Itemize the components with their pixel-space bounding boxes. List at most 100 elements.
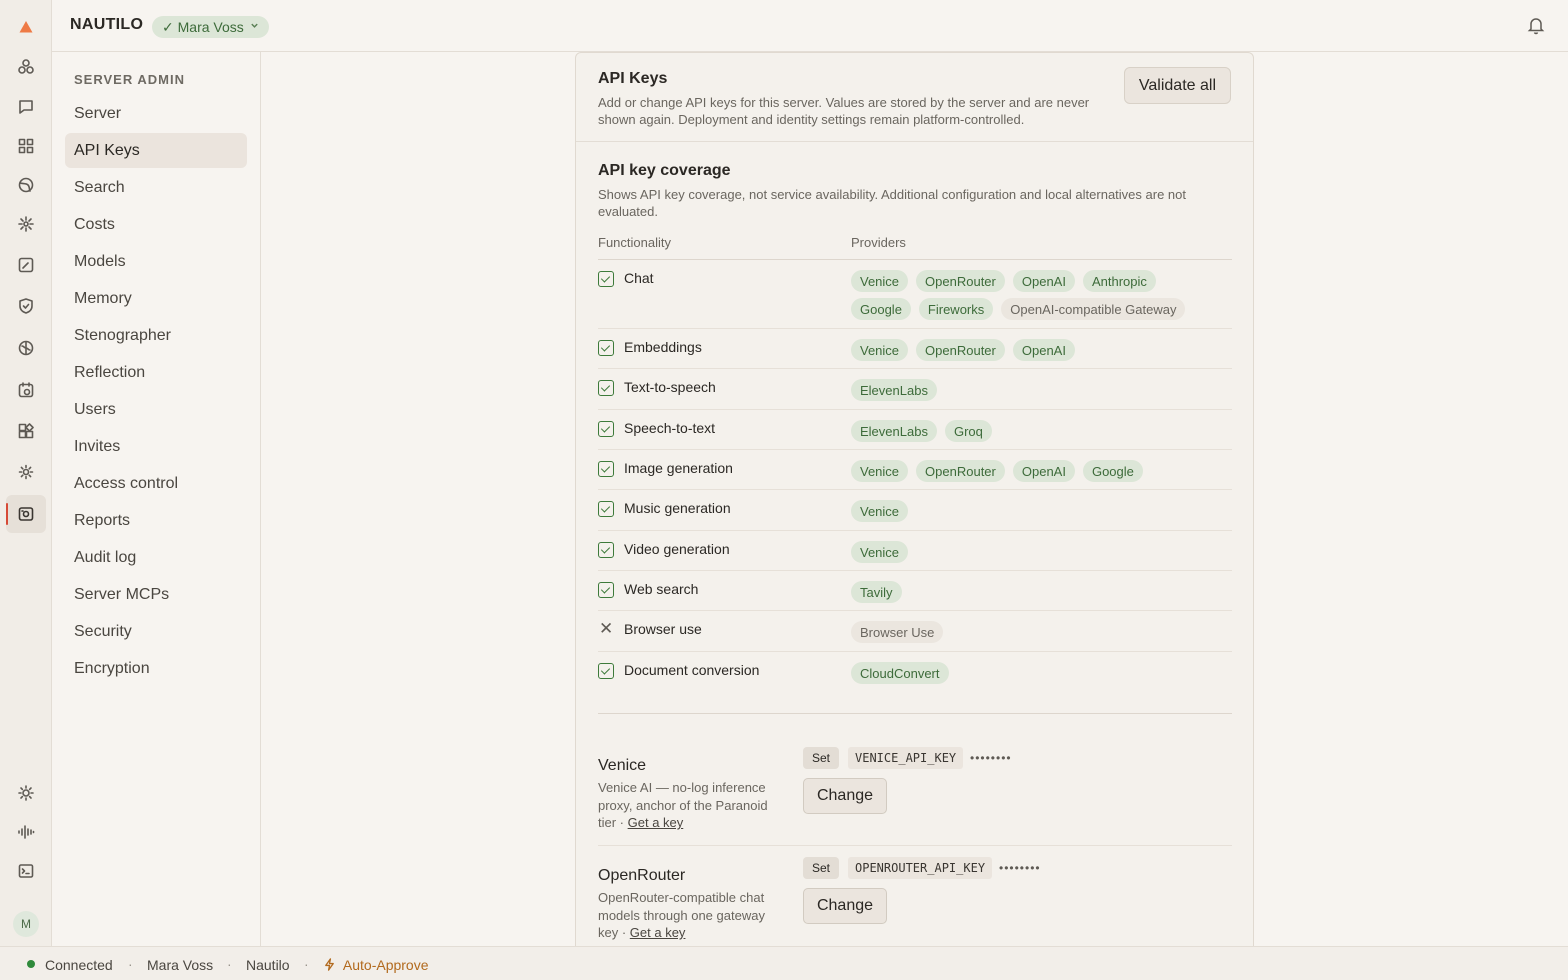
provider-chip: Fireworks (918, 298, 994, 320)
coverage-title: API key coverage (598, 162, 731, 179)
functionality-name: Embeddings (624, 339, 702, 355)
sidebar-item-stenographer[interactable]: Stenographer (65, 318, 247, 353)
sidebar-item-api-keys[interactable]: API Keys (65, 133, 247, 168)
server-admin-icon[interactable] (6, 495, 46, 533)
provider-chip: Anthropic (1082, 270, 1156, 292)
functionality-name: Browser use (624, 621, 702, 637)
user-pill-label: ✓ Mara Voss (162, 18, 244, 35)
provider-divider (598, 845, 1232, 846)
page-description: Add or change API keys for this server. … (598, 95, 1090, 127)
sidebar-item-audit-log[interactable]: Audit log (65, 540, 247, 575)
logo-icon[interactable] (6, 8, 46, 46)
coverage-description: Shows API key coverage, not service avai… (598, 187, 1186, 219)
sidebar-item-access-control[interactable]: Access control (65, 466, 247, 501)
sidebar-item-users[interactable]: Users (65, 392, 247, 427)
provider-chips: ElevenLabs (851, 379, 1221, 401)
sidebar-item-reflection[interactable]: Reflection (65, 355, 247, 390)
brand-name: NAUTILO (70, 16, 144, 33)
provider-chip: Google (851, 298, 911, 320)
sparkle-icon[interactable] (6, 205, 46, 243)
checkbox-checked-icon (598, 542, 614, 558)
sidebar-item-search[interactable]: Search (65, 170, 247, 205)
settings-icon[interactable] (6, 453, 46, 491)
coverage-row: Embeddings Venice OpenRouter OpenAI (598, 329, 1232, 369)
sidebar-item-invites[interactable]: Invites (65, 429, 247, 464)
sidebar-item-security[interactable]: Security (65, 614, 247, 649)
integrations-icon[interactable] (6, 48, 46, 86)
close-icon: ✕ (599, 619, 614, 638)
sidebar-item-reports[interactable]: Reports (65, 503, 247, 538)
masked-key: •••••••• (970, 751, 1012, 765)
functionality-name: Speech-to-text (624, 420, 716, 436)
sidebar-title: SERVER ADMIN (74, 72, 185, 87)
provider-chip: OpenRouter (916, 270, 1005, 292)
sidebar-item-memory[interactable]: Memory (65, 281, 247, 316)
sidebar-item-models[interactable]: Models (65, 244, 247, 279)
status-workspace[interactable]: Nautilo (246, 957, 290, 973)
sidebar-item-costs[interactable]: Costs (65, 207, 247, 242)
sidebar-item-encryption[interactable]: Encryption (65, 651, 247, 686)
functionality-name: Chat (624, 270, 654, 286)
widgets-icon[interactable] (6, 412, 46, 450)
provider-chip: ElevenLabs (851, 420, 937, 442)
masked-key: •••••••• (999, 861, 1041, 875)
status-user[interactable]: Mara Voss (147, 957, 213, 973)
get-key-link[interactable]: Get a key (630, 925, 686, 940)
provider-chip: OpenAI (1012, 270, 1075, 292)
section-divider (598, 713, 1232, 714)
validate-all-button[interactable]: Validate all (1123, 67, 1231, 104)
panel-header: API Keys Add or change API keys for this… (576, 53, 1253, 142)
provider-chips: CloudConvert (851, 662, 1221, 684)
auto-approve-label: Auto-Approve (342, 957, 429, 973)
provider-description: OpenRouter-compatible chat models throug… (598, 890, 765, 940)
column-header-functionality: Functionality (598, 235, 671, 250)
auto-approve-toggle[interactable]: Auto-Approve (323, 957, 429, 973)
env-var-name: OPENROUTER_API_KEY (848, 857, 993, 879)
audio-icon[interactable] (6, 813, 46, 851)
provider-chip: Venice (851, 270, 909, 292)
get-key-link[interactable]: Get a key (628, 815, 684, 830)
shield-icon[interactable] (6, 287, 46, 325)
status-bar: Connected · Mara Voss · Nautilo · Auto-A… (0, 946, 1568, 980)
provider-chip: OpenAI (1012, 460, 1075, 482)
provider-chip: ElevenLabs (851, 379, 937, 401)
chat-icon[interactable] (6, 88, 46, 126)
user-switcher[interactable]: ✓ Mara Voss (152, 16, 269, 38)
globe-icon[interactable] (6, 166, 46, 204)
checkbox-checked-icon (598, 421, 614, 437)
provider-chip: Tavily (851, 581, 902, 603)
change-button[interactable]: Change (803, 778, 887, 814)
connection-status: Connected (45, 957, 113, 973)
checkbox-checked-icon (598, 582, 614, 598)
avatar[interactable]: M (13, 911, 39, 937)
schedule-icon[interactable] (6, 371, 46, 409)
provider-chip: CloudConvert (851, 662, 949, 684)
brain-icon[interactable] (6, 329, 46, 367)
terminal-icon[interactable] (6, 852, 46, 890)
sidebar-item-server[interactable]: Server (65, 96, 247, 131)
provider-chip: Venice (851, 541, 909, 563)
coverage-row: Document conversion CloudConvert (598, 652, 1232, 692)
provider-chip: OpenAI-compatible Gateway (1001, 298, 1186, 320)
provider-chip: OpenRouter (916, 460, 1005, 482)
coverage-row: Speech-to-text ElevenLabs Groq (598, 410, 1232, 450)
coverage-row: Music generation Venice (598, 490, 1232, 531)
sidebar-item-server-mcps[interactable]: Server MCPs (65, 577, 247, 612)
change-button[interactable]: Change (803, 888, 887, 924)
checkbox-checked-icon (598, 663, 614, 679)
coverage-row: Image generation Venice OpenRouter OpenAI Go… (598, 450, 1232, 490)
status-badge: Set (803, 857, 840, 879)
bell-icon[interactable] (1526, 15, 1546, 35)
provider-chip: Venice (851, 460, 909, 482)
page-title: API Keys (598, 70, 668, 87)
edit-icon[interactable] (6, 246, 46, 284)
theme-icon[interactable] (6, 774, 46, 812)
separator: · (304, 956, 309, 972)
apps-grid-icon[interactable] (6, 127, 46, 165)
coverage-row: Video generation Venice (598, 531, 1232, 571)
separator: · (128, 956, 133, 972)
functionality-name: Music generation (624, 500, 731, 516)
provider-chips: Tavily (851, 581, 1221, 603)
column-header-providers: Providers (851, 235, 906, 250)
functionality-name: Text-to-speech (624, 379, 716, 395)
